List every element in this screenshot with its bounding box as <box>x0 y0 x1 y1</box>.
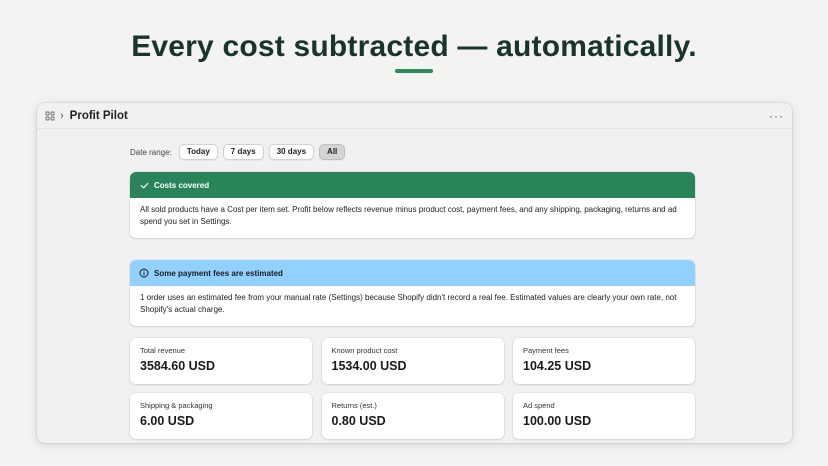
banner-header: Some payment fees are estimated <box>130 260 695 286</box>
info-icon <box>139 268 149 278</box>
date-range-today-button[interactable]: Today <box>178 144 218 160</box>
metric-label: Known product cost <box>331 346 398 355</box>
metric-value: 100.00 USD <box>523 414 592 428</box>
main-content: Date range: Today 7 days 30 days All Cos… <box>130 143 695 439</box>
page-headline: Every cost subtracted — automatically. <box>131 30 697 63</box>
fees-estimated-banner: Some payment fees are estimated 1 order … <box>130 260 695 326</box>
metric-card-shipping-packaging: Shipping & packaging 6.00 USD <box>130 393 312 439</box>
metric-card-total-revenue: Total revenue 3584.60 USD <box>130 338 312 384</box>
app-title[interactable]: Profit Pilot <box>70 110 128 122</box>
banner-title: Costs covered <box>154 180 210 190</box>
banner-body: All sold products have a Cost per item s… <box>140 205 677 226</box>
metric-label: Ad spend <box>523 401 555 410</box>
window-titlebar: › Profit Pilot ··· <box>37 103 792 129</box>
metric-label: Total revenue <box>140 346 186 355</box>
checkmark-icon <box>139 180 149 190</box>
metric-label: Returns (est.) <box>331 401 377 410</box>
app-window: › Profit Pilot ··· Date range: Today 7 d… <box>37 103 792 443</box>
metric-card-ad-spend: Ad spend 100.00 USD <box>513 393 695 439</box>
metric-value: 6.00 USD <box>140 414 195 428</box>
metric-value: 3584.60 USD <box>140 359 216 373</box>
chevron-right-icon: › <box>60 109 64 122</box>
metric-value: 1534.00 USD <box>331 359 407 373</box>
metrics-grid: Total revenue 3584.60 USD Known product … <box>130 338 695 439</box>
date-range-all-button[interactable]: All <box>319 144 346 160</box>
metric-card-payment-fees: Payment fees 104.25 USD <box>513 338 695 384</box>
date-range-30days-button[interactable]: 30 days <box>268 144 315 160</box>
date-range-selector: Date range: Today 7 days 30 days All <box>130 143 695 161</box>
banner-header: Costs covered <box>130 172 695 198</box>
date-range-7days-button[interactable]: 7 days <box>222 144 264 160</box>
costs-covered-banner: Costs covered All sold products have a C… <box>130 172 695 238</box>
metric-card-returns: Returns (est.) 0.80 USD <box>321 393 504 439</box>
date-range-label: Date range: <box>130 147 172 157</box>
metric-value: 0.80 USD <box>331 414 386 428</box>
ellipsis-icon[interactable]: ··· <box>769 109 784 123</box>
metric-label: Shipping & packaging <box>140 401 213 410</box>
headline-underline <box>395 69 433 73</box>
metric-value: 104.25 USD <box>523 359 592 373</box>
banner-body: 1 order uses an estimated fee from your … <box>140 293 677 314</box>
banner-title: Some payment fees are estimated <box>154 268 283 278</box>
metric-card-product-cost: Known product cost 1534.00 USD <box>321 338 504 384</box>
grid-apps-icon[interactable] <box>45 111 55 121</box>
metric-label: Payment fees <box>523 346 569 355</box>
